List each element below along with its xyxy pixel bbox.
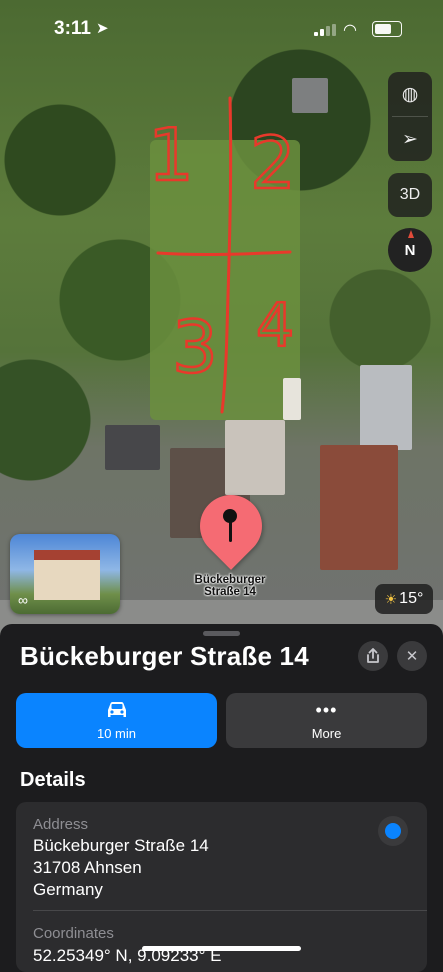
close-icon: ✕	[405, 648, 419, 665]
house-image	[34, 550, 100, 600]
address-line-3[interactable]: Germany	[33, 879, 103, 901]
address-share-button[interactable]	[378, 816, 408, 846]
location-arrow-icon: ➤	[96, 20, 109, 37]
sketch-number-1: 1	[148, 113, 194, 197]
address-line-2[interactable]: 31708 Ahnsen	[33, 857, 142, 879]
status-time: 3:11	[54, 18, 91, 39]
share-button[interactable]	[358, 641, 388, 671]
sketch-line-horizontal	[156, 250, 292, 257]
look-around-thumbnail[interactable]: ∞	[10, 534, 120, 614]
binoculars-icon: ∞	[18, 592, 28, 608]
directions-button[interactable]: 10 min	[16, 693, 217, 748]
sketch-number-3: 3	[172, 305, 218, 389]
share-icon	[367, 648, 379, 663]
3d-label: 3D	[399, 186, 421, 203]
car-icon	[107, 702, 126, 717]
battery-icon	[372, 21, 402, 37]
sketch-number-4: 4	[256, 291, 294, 361]
home-indicator[interactable]	[142, 946, 301, 951]
weather-badge: ☀ 15°	[375, 584, 433, 614]
3d-button[interactable]: 3D	[388, 173, 432, 217]
sketch-number-2: 2	[250, 121, 296, 205]
divider	[33, 910, 427, 911]
details-heading: Details	[20, 769, 86, 791]
pin-label: Bückeburger Straße 14	[194, 574, 266, 598]
ellipsis-icon: •••	[315, 700, 338, 720]
weather-temperature: 15°	[399, 590, 424, 607]
satellite-map[interactable]: 1 2 3 4 3:11 ➤ ◠ ◍ ➢ 3D N Bückeburger St…	[0, 0, 443, 640]
status-bar: 3:11 ➤ ◠	[0, 0, 443, 60]
cellular-signal-icon	[314, 24, 336, 36]
compass-button[interactable]: N	[388, 228, 432, 272]
place-sheet: Bückeburger Straße 14 ✕ 10 min ••• More …	[0, 624, 443, 972]
sheet-grabber[interactable]	[203, 631, 240, 636]
directions-label: 10 min	[96, 726, 137, 741]
map-controls: ◍ ➢	[388, 72, 432, 161]
close-button[interactable]: ✕	[397, 641, 427, 671]
wifi-icon: ◠	[343, 22, 357, 39]
partly-sunny-icon: ☀	[384, 590, 398, 607]
more-label: More	[311, 726, 342, 741]
pin-icon-stem	[229, 520, 232, 542]
share-location-icon	[385, 823, 401, 839]
compass-label: N	[404, 241, 416, 259]
location-arrow-icon[interactable]: ➢	[388, 117, 432, 161]
coordinates-label: Coordinates	[33, 925, 114, 942]
place-title: Bückeburger Straße 14	[20, 641, 309, 671]
more-button[interactable]: ••• More	[226, 693, 427, 748]
globe-icon[interactable]: ◍	[388, 72, 432, 116]
address-line-1[interactable]: Bückeburger Straße 14	[33, 835, 209, 857]
address-label: Address	[33, 816, 89, 833]
